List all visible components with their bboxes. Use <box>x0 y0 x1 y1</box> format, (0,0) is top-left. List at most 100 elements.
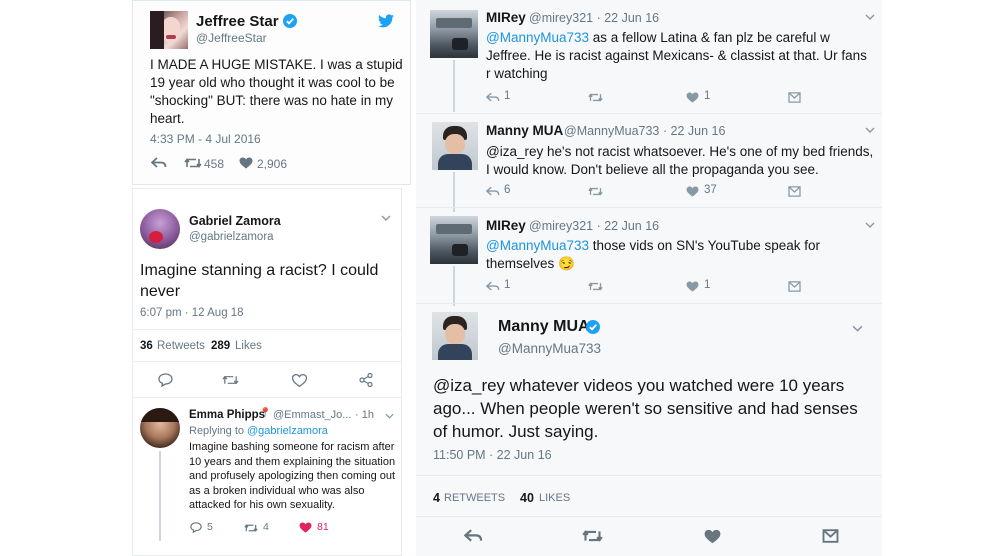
divider <box>416 516 882 517</box>
chevron-down-icon[interactable] <box>385 413 394 419</box>
author-name[interactable]: Jeffree Star <box>196 13 279 30</box>
reply-count: 1 <box>504 90 511 102</box>
likes-label: Likes <box>235 340 262 352</box>
reply-icon[interactable] <box>151 157 167 169</box>
tweet-gabriel-zamora: Gabriel Zamora @gabrielzamora Imagine st… <box>132 188 402 556</box>
heart-icon[interactable] <box>299 522 312 533</box>
avatar[interactable] <box>430 216 478 264</box>
reply-icon[interactable] <box>486 281 500 292</box>
twitter-bird-icon[interactable] <box>378 14 394 28</box>
replying-to-link[interactable]: @gabrielzamora <box>247 425 328 437</box>
tweet-text: @iza_rey whatever videos you watched wer… <box>433 376 858 441</box>
divider <box>416 207 882 208</box>
retweet-icon[interactable] <box>244 523 258 533</box>
likes-count[interactable]: 289 <box>211 340 230 352</box>
verified-badge-icon <box>586 320 600 334</box>
tweet-timestamp[interactable]: 4:33 PM - 4 Jul 2016 <box>150 132 261 146</box>
direct-message-icon[interactable] <box>822 529 839 543</box>
retweets-count[interactable]: 36 <box>140 340 153 352</box>
like-count: 1 <box>704 90 711 102</box>
direct-message-icon[interactable] <box>788 186 801 197</box>
chevron-down-icon[interactable] <box>381 215 391 221</box>
mention-link[interactable]: @MannyMua733 <box>486 238 589 253</box>
retweets-label: RETWEETS <box>444 492 506 504</box>
heart-icon[interactable] <box>292 374 307 387</box>
like-count: 81 <box>317 521 329 533</box>
author-name[interactable]: Manny MUA <box>498 318 590 336</box>
tweet-text: Imagine bashing someone for racism after… <box>189 441 396 512</box>
comment-icon[interactable] <box>158 373 173 387</box>
retweet-icon[interactable] <box>582 529 603 543</box>
tweet-thread: MIRey @mirey321 · 22 Jun 16 @MannyMua733… <box>416 0 882 556</box>
avatar[interactable] <box>140 408 180 448</box>
thread-line <box>453 60 455 112</box>
chevron-down-icon[interactable] <box>852 325 863 332</box>
tweet-jeffree-star: Jeffree Star @JeffreeStar I MADE A HUGE … <box>132 0 411 185</box>
retweet-count: 4 <box>263 521 269 533</box>
tweet-text: @MannyMua733 those vids on SN's YouTube … <box>486 237 866 273</box>
comment-icon[interactable] <box>190 522 202 533</box>
divider <box>133 329 401 330</box>
reply-icon[interactable] <box>464 529 483 543</box>
author-handle[interactable]: @MannyMua733 <box>498 341 601 356</box>
chevron-down-icon[interactable] <box>865 127 875 133</box>
heart-icon[interactable] <box>686 186 699 197</box>
chevron-down-icon[interactable] <box>865 14 875 20</box>
avatar[interactable] <box>140 209 180 249</box>
author-name[interactable]: MIRey <box>486 218 526 233</box>
likes-label: LIKES <box>539 492 571 504</box>
mention-link[interactable]: @MannyMua733 <box>486 30 589 45</box>
retweet-icon[interactable] <box>222 374 239 386</box>
heart-icon[interactable] <box>239 157 253 169</box>
author-name[interactable]: Gabriel Zamora <box>189 214 281 228</box>
avatar[interactable] <box>432 312 478 360</box>
retweet-count: 458 <box>204 157 225 171</box>
heart-icon[interactable] <box>686 92 699 103</box>
retweet-icon[interactable] <box>588 92 603 103</box>
avatar[interactable] <box>430 10 478 58</box>
heart-icon[interactable] <box>704 529 721 544</box>
author-name[interactable]: MIRey <box>486 10 526 25</box>
reply-icon[interactable] <box>486 92 500 103</box>
tweet-text: Imagine stanning a racist? I could never <box>140 262 379 300</box>
author-name[interactable]: Manny MUA <box>486 123 563 138</box>
reply-icon[interactable] <box>486 186 500 197</box>
divider <box>416 113 882 114</box>
share-icon[interactable] <box>359 373 373 387</box>
direct-message-icon[interactable] <box>788 92 801 103</box>
author-handle[interactable]: @JeffreeStar <box>196 31 267 45</box>
thread-line <box>453 172 455 212</box>
retweets-count[interactable]: 4 <box>433 491 440 505</box>
location-pin-icon: 📍 <box>259 408 272 419</box>
tweet-timestamp[interactable]: 6:07 pm · 12 Aug 18 <box>140 307 244 319</box>
tweet-timestamp[interactable]: 11:50 PM · 22 Jun 16 <box>433 448 552 462</box>
like-count: 37 <box>704 184 717 196</box>
retweet-icon[interactable] <box>588 281 603 292</box>
author-handle[interactable]: @mirey321 · 22 Jun 16 <box>529 219 659 233</box>
tweet-text: I MADE A HUGE MISTAKE. I was a stupid 19… <box>150 57 403 126</box>
author-handle[interactable]: @MannyMua733 · 22 Jun 16 <box>564 124 725 138</box>
divider <box>133 397 401 398</box>
author-handle[interactable]: @mirey321 · 22 Jun 16 <box>529 11 659 25</box>
retweets-label: Retweets <box>157 340 205 352</box>
thread-line <box>159 451 161 541</box>
replying-prefix: Replying to <box>189 425 245 437</box>
direct-message-icon[interactable] <box>788 281 801 292</box>
thread-line <box>453 266 455 306</box>
chevron-down-icon[interactable] <box>865 222 875 228</box>
author-name[interactable]: Emma Phipps <box>189 409 265 421</box>
author-handle[interactable]: @gabrielzamora <box>189 231 274 243</box>
tweet-text: @iza_rey he's not racist whatsoever. He'… <box>486 144 874 177</box>
divider <box>133 361 401 362</box>
author-handle[interactable]: @Emmast_Jo... <box>273 409 351 421</box>
divider <box>416 475 882 476</box>
retweet-icon[interactable] <box>588 186 603 197</box>
reply-count: 1 <box>504 279 511 291</box>
divider <box>416 303 882 304</box>
avatar[interactable] <box>432 122 478 170</box>
avatar[interactable] <box>150 11 188 49</box>
tweet-timestamp[interactable]: · 1h <box>355 409 374 421</box>
heart-icon[interactable] <box>686 281 699 292</box>
retweet-icon[interactable] <box>184 157 202 169</box>
likes-count[interactable]: 40 <box>520 491 534 505</box>
